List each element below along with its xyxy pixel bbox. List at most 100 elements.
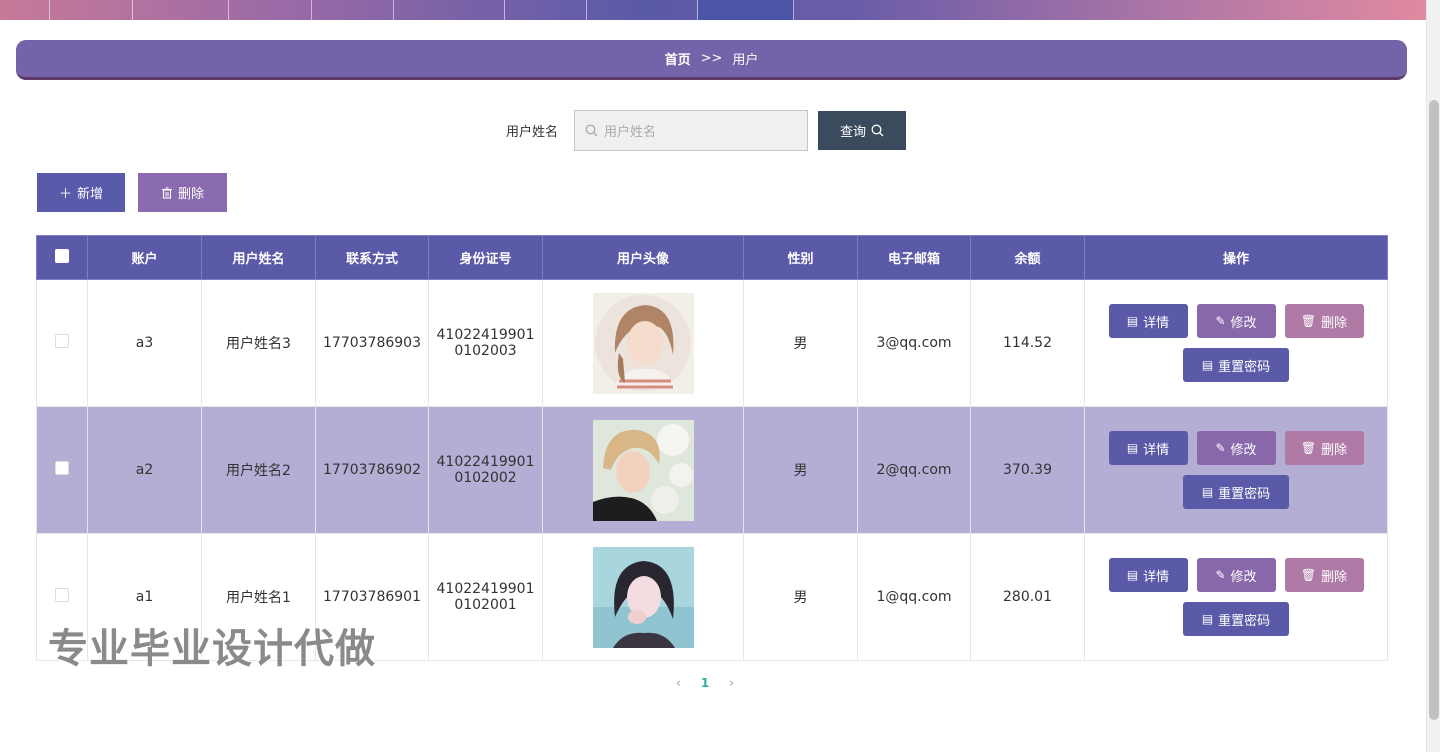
pencil-icon: ✎ [1215,441,1226,455]
trash-icon: 🗑 [1300,314,1317,328]
edit-label: 修改 [1230,569,1257,585]
select-all-checkbox[interactable] [55,248,69,263]
nav-item[interactable] [133,0,229,20]
delete-button[interactable]: 🗑 删除 [1284,304,1364,338]
search-input[interactable]: 用户姓名 [574,110,808,151]
top-nav [0,0,1426,20]
email-cell: 3@qq.com [857,279,971,407]
select-all-cell [36,235,88,280]
gender-cell: 男 [743,533,858,661]
table-row: a2 用户姓名2 17703786902 41022419901 0102002 [36,406,1388,534]
balance-cell: 114.52 [970,279,1085,407]
gender-cell: 男 [743,279,858,407]
avatar[interactable] [592,292,694,394]
col-avatar: 用户头像 [542,235,744,280]
phone-cell: 17703786903 [315,279,429,407]
idcard-line: 41022419901 [436,581,535,597]
scrollbar-thumb[interactable] [1429,100,1439,720]
pencil-icon: ✎ [1215,568,1226,582]
email-cell: 2@qq.com [857,406,971,534]
nav-item[interactable] [394,0,505,20]
row-checkbox[interactable] [55,588,69,602]
reset-password-button[interactable]: ▤ 重置密码 [1183,602,1289,636]
idcard-cell: 41022419901 0102001 [428,533,543,661]
balance-cell: 370.39 [970,406,1085,534]
nav-item[interactable] [229,0,312,20]
col-gender: 性别 [743,235,858,280]
phone-cell: 17703786902 [315,406,429,534]
breadcrumb: 首页 >> 用户 [16,40,1407,80]
reset-password-button[interactable]: ▤ 重置密码 [1183,348,1289,382]
edit-label: 修改 [1230,315,1257,331]
idcard-line: 41022419901 [436,327,535,343]
prev-page-button[interactable]: ‹ [676,676,681,690]
document-icon: ▤ [1126,568,1139,582]
add-button-label: 新增 [77,187,104,202]
idcard-line: 0102003 [454,343,517,359]
avatar-cell [542,406,744,534]
avatar[interactable] [592,419,694,521]
next-page-button[interactable]: › [729,676,734,690]
idcard-cell: 41022419901 0102002 [428,406,543,534]
document-icon: ▤ [1201,612,1214,626]
edit-button[interactable]: ✎ 修改 [1196,558,1276,592]
detail-label: 详情 [1143,569,1170,585]
breadcrumb-home[interactable]: 首页 [665,49,691,68]
idcard-line: 41022419901 [436,454,535,470]
detail-button[interactable]: ▤ 详情 [1108,431,1188,465]
trash-icon: 🗑 [1300,568,1317,582]
row-checkbox[interactable] [55,461,69,475]
document-icon: ▤ [1126,441,1139,455]
document-icon: ▤ [1126,314,1139,328]
nav-item[interactable] [505,0,587,20]
detail-button[interactable]: ▤ 详情 [1108,304,1188,338]
nav-item[interactable] [0,0,50,20]
gender-cell: 男 [743,406,858,534]
name-cell: 用户姓名3 [201,279,316,407]
document-icon: ▤ [1201,358,1214,372]
nav-item[interactable] [312,0,394,20]
col-name: 用户姓名 [201,235,316,280]
search-icon [871,124,884,137]
delete-label: 删除 [1321,442,1348,458]
batch-delete-label: 删除 [177,187,204,202]
detail-button[interactable]: ▤ 详情 [1108,558,1188,592]
balance-cell: 280.01 [970,533,1085,661]
plus-icon: ＋ [58,187,72,202]
col-idcard: 身份证号 [428,235,543,280]
idcard-line: 0102001 [454,597,517,613]
add-button[interactable]: ＋ 新增 [37,173,125,212]
actions-cell: ▤ 详情 ✎ 修改 🗑 删除 ▤ 重置密码 [1084,533,1388,661]
edit-label: 修改 [1230,442,1257,458]
breadcrumb-separator: >> [700,51,723,66]
col-phone: 联系方式 [315,235,429,280]
nav-item[interactable] [587,0,698,20]
table-row: a3 用户姓名3 17703786903 41022419901 0102003 [36,279,1388,407]
page-number-current[interactable]: 1 [701,676,709,690]
avatar[interactable] [592,546,694,648]
reset-password-label: 重置密码 [1218,613,1271,629]
nav-item-active[interactable] [698,0,794,20]
edit-button[interactable]: ✎ 修改 [1196,431,1276,465]
detail-label: 详情 [1143,315,1170,331]
batch-delete-button[interactable]: 删除 [138,173,227,212]
edit-button[interactable]: ✎ 修改 [1196,304,1276,338]
nav-item[interactable] [50,0,133,20]
delete-button[interactable]: 🗑 删除 [1284,558,1364,592]
search-button[interactable]: 查询 [818,111,906,150]
actions-cell: ▤ 详情 ✎ 修改 🗑 删除 ▤ 重置密码 [1084,406,1388,534]
delete-label: 删除 [1321,569,1348,585]
col-email: 电子邮箱 [857,235,971,280]
row-checkbox[interactable] [55,334,69,348]
search-icon [585,124,598,137]
idcard-cell: 41022419901 0102003 [428,279,543,407]
trash-icon: 🗑 [1300,441,1317,455]
search-label: 用户姓名 [506,125,559,140]
col-balance: 余额 [970,235,1085,280]
avatar-cell [542,279,744,407]
reset-password-label: 重置密码 [1218,486,1271,502]
search-placeholder: 用户姓名 [604,125,657,140]
delete-button[interactable]: 🗑 删除 [1284,431,1364,465]
reset-password-button[interactable]: ▤ 重置密码 [1183,475,1289,509]
vertical-scrollbar[interactable] [1426,0,1440,752]
